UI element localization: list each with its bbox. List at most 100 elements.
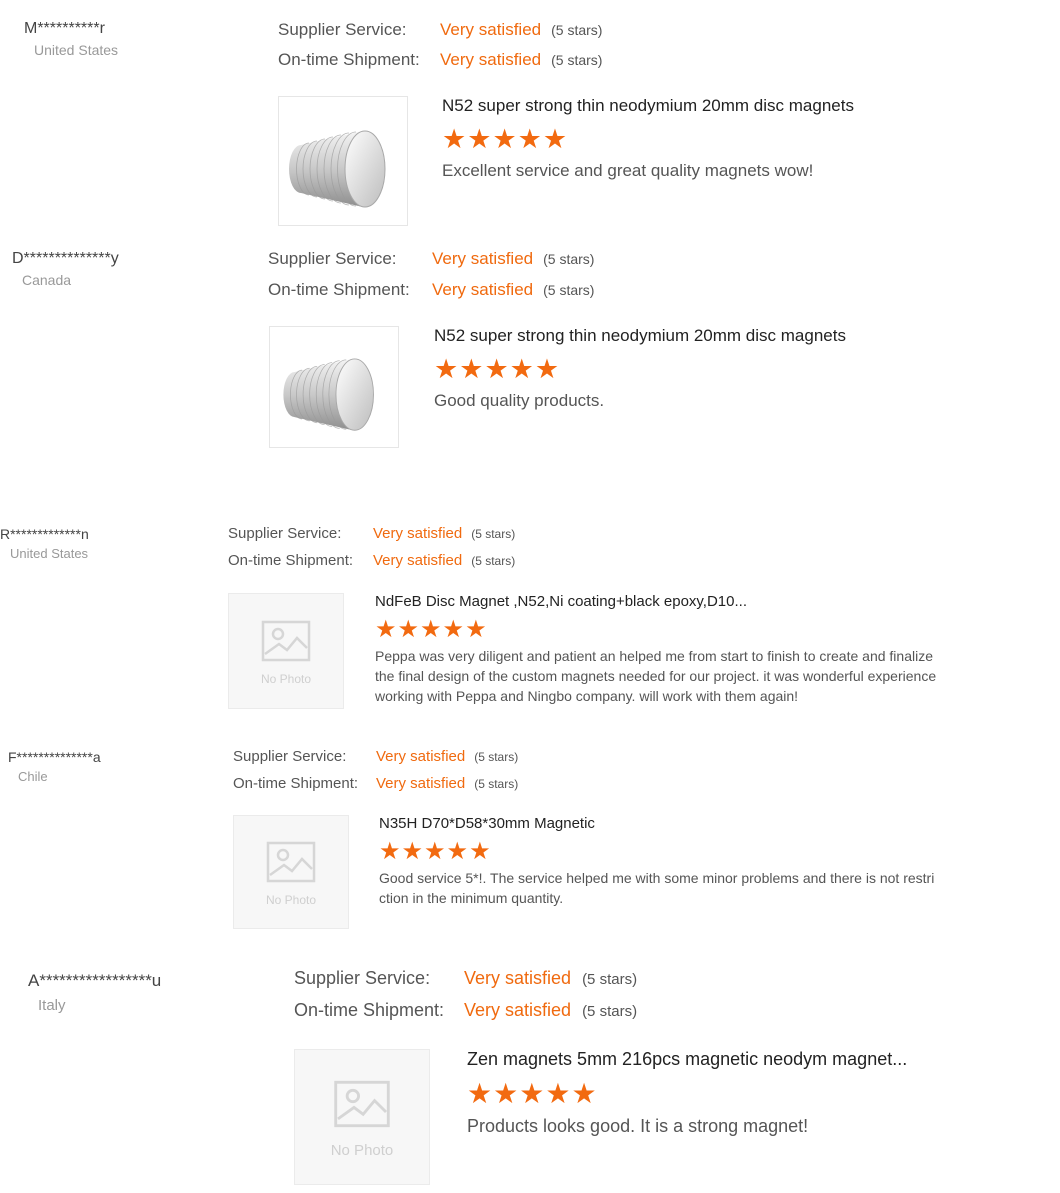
supplier-service-value: Very satisfied (376, 748, 466, 765)
star-icon: ★ (492, 124, 517, 154)
no-photo-box: No Photo (295, 1050, 429, 1184)
rating-stars: ★ ★ ★ ★ ★ (467, 1080, 1027, 1108)
star-icon: ★ (545, 1078, 571, 1109)
ontime-shipment-value: Very satisfied (464, 1000, 572, 1020)
review-card: A*****************u Italy Supplier Servi… (0, 965, 1060, 1190)
image-placeholder-icon (266, 841, 316, 883)
supplier-service-row: Supplier Service: Very satisfied (5 star… (268, 249, 594, 280)
no-photo-label: No Photo (330, 1142, 394, 1159)
product-info: N52 super strong thin neodymium 20mm dis… (434, 326, 994, 411)
star-icon: ★ (469, 838, 491, 865)
buyer-country: Canada (22, 272, 72, 288)
supplier-service-row: Supplier Service: Very satisfied (5 star… (294, 968, 637, 1000)
star-icon: ★ (467, 124, 492, 154)
image-placeholder-icon (334, 1080, 390, 1128)
no-photo-box: No Photo (234, 816, 348, 928)
buyer-name: A*****************u (28, 971, 162, 990)
ontime-shipment-value: Very satisfied (432, 280, 534, 299)
product-title[interactable]: Zen magnets 5mm 216pcs magnetic neodym m… (467, 1049, 1027, 1070)
no-photo-label: No Photo (265, 893, 317, 907)
star-icon: ★ (434, 354, 459, 384)
buyer-info: A*****************u Italy (28, 971, 161, 1014)
buyer-country: Italy (38, 997, 66, 1014)
supplier-service-value: Very satisfied (432, 249, 534, 268)
ontime-shipment-row: On-time Shipment: Very satisfied (5 star… (268, 280, 594, 311)
ontime-shipment-label: On-time Shipment: (268, 280, 410, 299)
review-card: R*************n United States Supplier S… (0, 520, 1060, 740)
ontime-shipment-stars: (5 stars) (474, 777, 519, 791)
ontime-shipment-row: On-time Shipment: Very satisfied (5 star… (278, 50, 602, 80)
star-icon: ★ (467, 1078, 493, 1109)
star-icon: ★ (375, 616, 397, 643)
product-info: N52 super strong thin neodymium 20mm dis… (442, 96, 1002, 181)
rating-stars: ★ ★ ★ ★ ★ (442, 126, 1002, 153)
buyer-info: F**************a Chile (8, 749, 101, 784)
star-icon: ★ (571, 1078, 597, 1109)
ontime-shipment-stars: (5 stars) (551, 52, 603, 68)
ontime-shipment-label: On-time Shipment: (233, 775, 359, 792)
buyer-info: D**************y Canada (12, 250, 119, 288)
buyer-country: United States (34, 42, 119, 58)
no-photo-placeholder[interactable]: No Photo (228, 593, 344, 709)
no-photo-placeholder[interactable]: No Photo (294, 1049, 430, 1185)
star-icon: ★ (519, 1078, 545, 1109)
buyer-name: M**********r (24, 20, 105, 37)
supplier-service-value: Very satisfied (440, 20, 542, 39)
product-title[interactable]: N52 super strong thin neodymium 20mm dis… (442, 96, 1002, 116)
star-icon: ★ (517, 124, 542, 154)
review-comment: Excellent service and great quality magn… (442, 161, 814, 180)
buyer-info: M**********r United States (24, 20, 118, 58)
review-card: D**************y Canada Supplier Service… (0, 240, 1060, 450)
ontime-shipment-value: Very satisfied (376, 775, 466, 792)
review-comment: Good service 5*!. The service helped me … (379, 870, 935, 906)
product-info: NdFeB Disc Magnet ,N52,Ni coating+black … (375, 593, 937, 706)
star-icon: ★ (459, 354, 484, 384)
buyer-name: D**************y (12, 250, 119, 267)
supplier-service-value: Very satisfied (464, 968, 572, 988)
supplier-service-value: Very satisfied (373, 525, 463, 542)
no-photo-placeholder[interactable]: No Photo (233, 815, 349, 929)
ontime-shipment-stars: (5 stars) (471, 554, 516, 568)
review-comment: Peppa was very diligent and patient an h… (375, 648, 937, 704)
review-card: M**********r United States Supplier Serv… (0, 0, 1060, 230)
ontime-shipment-label: On-time Shipment: (294, 1000, 445, 1020)
supplier-service-label: Supplier Service: (278, 20, 407, 39)
product-title[interactable]: N52 super strong thin neodymium 20mm dis… (434, 326, 994, 346)
product-image[interactable] (278, 96, 408, 226)
star-icon: ★ (420, 616, 442, 643)
supplier-service-label: Supplier Service: (233, 748, 347, 765)
product-info: N35H D70*D58*30mm Magnetic ★ ★ ★ ★ ★ Goo… (379, 815, 939, 908)
buyer-country: United States (10, 546, 89, 561)
product-title[interactable]: N35H D70*D58*30mm Magnetic (379, 815, 939, 832)
image-placeholder-icon (261, 620, 311, 662)
supplier-service-stars: (5 stars) (582, 971, 638, 988)
star-icon: ★ (424, 838, 446, 865)
supplier-service-stars: (5 stars) (551, 22, 603, 38)
supplier-service-label: Supplier Service: (294, 968, 431, 988)
ontime-shipment-value: Very satisfied (373, 552, 463, 569)
ontime-shipment-label: On-time Shipment: (278, 50, 420, 69)
star-icon: ★ (493, 1078, 519, 1109)
star-icon: ★ (465, 616, 487, 643)
star-icon: ★ (397, 616, 420, 643)
rating-stars: ★ ★ ★ ★ ★ (434, 356, 994, 383)
ratings-block: Supplier Service: Very satisfied (5 star… (228, 525, 515, 579)
buyer-name: R*************n (0, 526, 89, 542)
ontime-shipment-stars: (5 stars) (582, 1003, 638, 1020)
star-icon: ★ (446, 838, 469, 865)
star-icon: ★ (484, 354, 509, 384)
ratings-block: Supplier Service: Very satisfied (5 star… (268, 249, 594, 311)
review-card: F**************a Chile Supplier Service:… (0, 745, 1060, 935)
star-icon: ★ (509, 354, 534, 384)
no-photo-label: No Photo (260, 672, 312, 686)
product-image[interactable] (269, 326, 399, 448)
ratings-block: Supplier Service: Very satisfied (5 star… (233, 748, 518, 802)
ontime-shipment-row: On-time Shipment: Very satisfied (5 star… (294, 1000, 637, 1032)
star-icon: ★ (442, 124, 467, 154)
product-title[interactable]: NdFeB Disc Magnet ,N52,Ni coating+black … (375, 593, 937, 610)
ontime-shipment-row: On-time Shipment: Very satisfied (5 star… (233, 775, 518, 802)
ontime-shipment-stars: (5 stars) (543, 282, 595, 298)
no-photo-box: No Photo (229, 594, 343, 708)
review-comment: Good quality products. (434, 391, 605, 410)
ontime-shipment-label: On-time Shipment: (228, 552, 354, 569)
